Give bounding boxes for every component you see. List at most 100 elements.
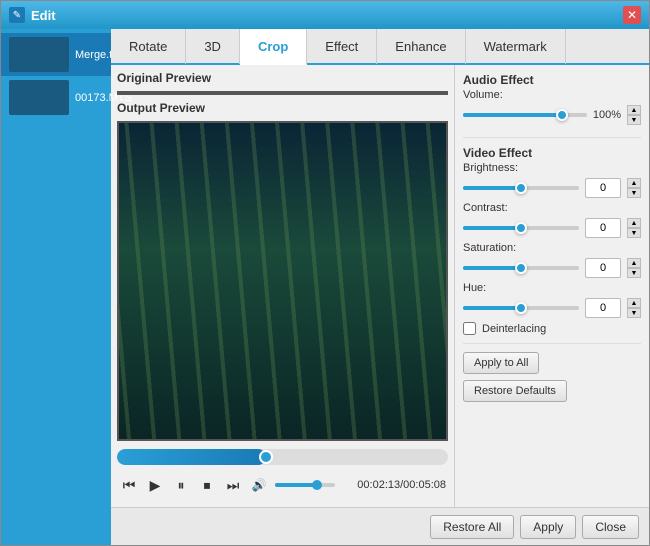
time-display: 00:02:13/00:05:08	[357, 479, 446, 491]
saturation-slider-track[interactable]	[463, 266, 579, 270]
contrast-slider-thumb[interactable]	[515, 222, 527, 234]
divider-2	[463, 343, 641, 344]
volume-up-button[interactable]: ▲	[627, 105, 641, 115]
tab-crop[interactable]: Crop	[240, 29, 307, 65]
saturation-slider-thumb[interactable]	[515, 262, 527, 274]
pause-button[interactable]: ⏸	[171, 475, 191, 495]
sidebar: Merge.ts 00173.MTS	[1, 29, 111, 545]
contrast-slider-track[interactable]	[463, 226, 579, 230]
audio-effect-title: Audio Effect	[463, 73, 641, 87]
close-window-button[interactable]: ✕	[623, 6, 641, 24]
brightness-slider-track[interactable]	[463, 186, 579, 190]
saturation-label: Saturation:	[463, 242, 528, 254]
volume-slider[interactable]	[275, 483, 335, 487]
tab-effect[interactable]: Effect	[307, 29, 377, 64]
output-preview-video	[117, 121, 448, 441]
brightness-slider-fill	[463, 186, 521, 190]
right-panel: Audio Effect Volume: 100% ▲	[454, 65, 649, 507]
deinterlacing-row: Deinterlacing	[463, 322, 641, 335]
preview-area: Original Preview	[111, 65, 454, 507]
contrast-label: Contrast:	[463, 202, 528, 214]
volume-down-button[interactable]: ▼	[627, 115, 641, 125]
skip-back-button[interactable]: ⏮	[119, 475, 139, 495]
progress-bar[interactable]	[117, 449, 448, 465]
restore-all-button[interactable]: Restore All	[430, 515, 514, 539]
tab-watermark[interactable]: Watermark	[466, 29, 566, 64]
app-icon: ✎	[9, 7, 25, 23]
output-preview-label: Output Preview	[117, 101, 448, 115]
volume-slider-row: 100% ▲ ▼	[463, 105, 641, 125]
tab-enhance[interactable]: Enhance	[377, 29, 465, 64]
original-preview-section: Original Preview	[117, 71, 448, 95]
contrast-up-button[interactable]: ▲	[627, 218, 641, 228]
contrast-down-button[interactable]: ▼	[627, 228, 641, 238]
saturation-label-row: Saturation:	[463, 242, 641, 254]
skip-forward-button[interactable]: ⏭	[223, 475, 243, 495]
volume-thumb[interactable]	[312, 480, 322, 490]
hue-slider-fill	[463, 306, 521, 310]
main-container: Merge.ts 00173.MTS Rotate 3D Crop Effect…	[1, 29, 649, 545]
restore-defaults-button[interactable]: Restore Defaults	[463, 380, 567, 402]
stop-button[interactable]: ⏹	[197, 475, 217, 495]
volume-slider-track[interactable]	[463, 113, 587, 117]
brightness-input[interactable]	[585, 178, 621, 198]
apply-button[interactable]: Apply	[520, 515, 576, 539]
contrast-label-row: Contrast:	[463, 202, 641, 214]
sidebar-item-merge[interactable]: Merge.ts	[1, 33, 111, 76]
hue-slider-thumb[interactable]	[515, 302, 527, 314]
tab-rotate[interactable]: Rotate	[111, 29, 186, 64]
play-button[interactable]: ▶	[145, 475, 165, 495]
audio-effect-section: Audio Effect Volume: 100% ▲	[463, 73, 641, 129]
saturation-control-row: ▲ ▼	[463, 258, 641, 278]
volume-slider-thumb[interactable]	[556, 109, 568, 121]
sidebar-thumb	[9, 80, 69, 115]
hue-input[interactable]	[585, 298, 621, 318]
bottom-bar: Restore All Apply Close	[111, 507, 649, 545]
progress-fill	[117, 449, 266, 465]
volume-slider-fill	[463, 113, 562, 117]
volume-value: 100%	[593, 109, 621, 121]
sidebar-thumb	[9, 37, 69, 72]
saturation-spinner: ▲ ▼	[627, 258, 641, 278]
contrast-spinner: ▲ ▼	[627, 218, 641, 238]
deinterlacing-checkbox[interactable]	[463, 322, 476, 335]
tab-3d[interactable]: 3D	[186, 29, 240, 64]
hue-spinner: ▲ ▼	[627, 298, 641, 318]
close-button[interactable]: Close	[582, 515, 639, 539]
brightness-label-row: Brightness:	[463, 162, 641, 174]
volume-label: Volume:	[463, 89, 528, 101]
effect-buttons-row: Apply to All Restore Defaults	[463, 352, 641, 402]
video-content-output	[119, 123, 446, 439]
contrast-slider-fill	[463, 226, 521, 230]
tab-bar: Rotate 3D Crop Effect Enhance Watermark	[111, 29, 649, 65]
brightness-down-button[interactable]: ▼	[627, 188, 641, 198]
output-preview-section: Output Preview	[117, 101, 448, 441]
apply-to-all-button[interactable]: Apply to All	[463, 352, 539, 374]
contrast-control-row: ▲ ▼	[463, 218, 641, 238]
content-area: Rotate 3D Crop Effect Enhance Watermark …	[111, 29, 649, 545]
volume-icon: 🔊	[249, 475, 269, 495]
hue-slider-track[interactable]	[463, 306, 579, 310]
brightness-up-button[interactable]: ▲	[627, 178, 641, 188]
title-bar: ✎ Edit ✕	[1, 1, 649, 29]
saturation-up-button[interactable]: ▲	[627, 258, 641, 268]
transport-bar: ⏮ ▶ ⏸ ⏹ ⏭ 🔊 00:02:13/00:05:08	[117, 469, 448, 501]
hue-up-button[interactable]: ▲	[627, 298, 641, 308]
progress-section	[117, 445, 448, 469]
brightness-control-row: ▲ ▼	[463, 178, 641, 198]
volume-fill	[275, 483, 317, 487]
saturation-slider-fill	[463, 266, 521, 270]
brightness-label: Brightness:	[463, 162, 528, 174]
hue-down-button[interactable]: ▼	[627, 308, 641, 318]
brightness-slider-thumb[interactable]	[515, 182, 527, 194]
contrast-input[interactable]	[585, 218, 621, 238]
plant-visual-output	[119, 123, 446, 439]
sidebar-item-file[interactable]: 00173.MTS	[1, 76, 111, 119]
progress-thumb[interactable]	[259, 450, 273, 464]
original-preview-video: ✛	[117, 91, 448, 95]
saturation-down-button[interactable]: ▼	[627, 268, 641, 278]
saturation-input[interactable]	[585, 258, 621, 278]
hue-label: Hue:	[463, 282, 528, 294]
hue-control-row: ▲ ▼	[463, 298, 641, 318]
window-title: Edit	[31, 8, 623, 23]
